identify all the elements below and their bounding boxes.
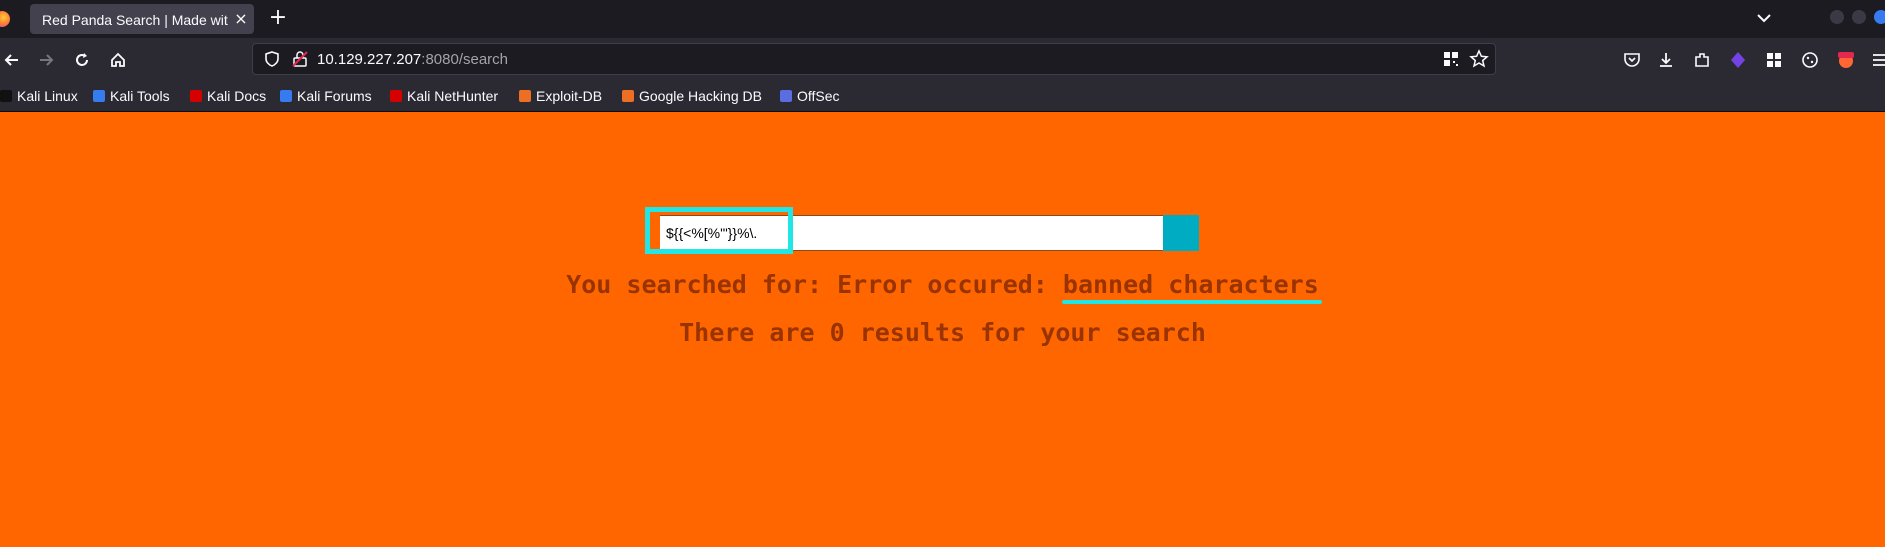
results-count-message: There are 0 results for your search <box>679 318 1206 347</box>
new-tab-icon[interactable]: + <box>268 7 288 29</box>
url-path: :8080/search <box>421 51 509 68</box>
highlight-underline <box>1062 300 1322 304</box>
back-arrow-icon[interactable] <box>2 50 22 70</box>
extensions-puzzle-icon[interactable] <box>1692 50 1712 70</box>
kali-dragon-icon <box>0 90 12 102</box>
bookmark-kali-nethunter[interactable]: Kali NetHunter <box>390 86 498 106</box>
kali-nethunter-icon <box>390 90 402 102</box>
pocket-icon[interactable] <box>1622 50 1642 70</box>
navigation-toolbar: 10.129.227.207:8080/search <box>0 38 1885 82</box>
address-bar[interactable]: 10.129.227.207:8080/search <box>252 43 1496 75</box>
reload-icon[interactable] <box>72 50 92 70</box>
tracking-protection-shield-icon[interactable] <box>263 50 281 68</box>
bookmark-kali-tools[interactable]: Kali Tools <box>93 86 170 106</box>
offsec-icon <box>780 90 792 102</box>
firefox-icon <box>0 11 10 27</box>
kali-forums-icon <box>280 90 292 102</box>
bookmark-offsec[interactable]: OffSec <box>780 86 840 106</box>
qr-code-icon[interactable] <box>1443 51 1459 67</box>
kali-tools-icon <box>93 90 105 102</box>
active-tab[interactable]: Red Panda Search | Made with Spring Boot… <box>30 4 254 34</box>
tab-title: Red Panda Search | Made with Spring Boot <box>42 12 228 28</box>
google-hacking-db-icon <box>622 90 634 102</box>
close-window-button[interactable] <box>1874 10 1885 24</box>
url-text[interactable]: 10.129.227.207:8080/search <box>317 50 508 70</box>
burp-proxy-icon[interactable] <box>1836 50 1856 70</box>
downloads-icon[interactable] <box>1656 50 1676 70</box>
kali-docs-icon <box>190 90 202 102</box>
home-icon[interactable] <box>108 50 128 70</box>
bookmark-kali-docs[interactable]: Kali Docs <box>190 86 266 106</box>
search-result-message: You searched for: Error occured: banned … <box>0 270 1885 300</box>
insecure-lock-icon[interactable] <box>291 50 309 68</box>
bookmark-exploit-db[interactable]: Exploit-DB <box>519 86 602 106</box>
tab-strip: Red Panda Search | Made with Spring Boot… <box>0 0 1885 38</box>
extension-grid-icon[interactable] <box>1764 50 1784 70</box>
url-host: 10.129.227.207 <box>317 51 422 68</box>
exploit-db-icon <box>519 90 531 102</box>
search-input[interactable] <box>645 215 1164 251</box>
bookmarks-toolbar: Kali Linux Kali Tools Kali Docs Kali For… <box>0 82 1885 112</box>
search-form <box>645 215 1205 251</box>
search-submit-button[interactable] <box>1163 215 1199 251</box>
extension-purple-gem-icon[interactable] <box>1728 50 1748 70</box>
bookmark-kali-linux[interactable]: Kali Linux <box>0 86 78 106</box>
maximize-button[interactable] <box>1852 10 1866 24</box>
menu-hamburger-icon[interactable] <box>1870 50 1885 70</box>
bookmark-google-hacking-db[interactable]: Google Hacking DB <box>622 86 762 106</box>
minimize-button[interactable] <box>1830 10 1844 24</box>
tab-close-icon[interactable]: × <box>233 10 249 28</box>
cookie-icon[interactable] <box>1800 50 1820 70</box>
searched-prefix: You searched for: Error occured: <box>566 270 1063 299</box>
list-tabs-icon[interactable] <box>1754 10 1774 26</box>
banned-characters-error: banned characters <box>1062 270 1319 299</box>
bookmark-star-icon[interactable] <box>1469 49 1489 69</box>
forward-arrow-icon[interactable] <box>36 50 56 70</box>
bookmark-kali-forums[interactable]: Kali Forums <box>280 86 372 106</box>
